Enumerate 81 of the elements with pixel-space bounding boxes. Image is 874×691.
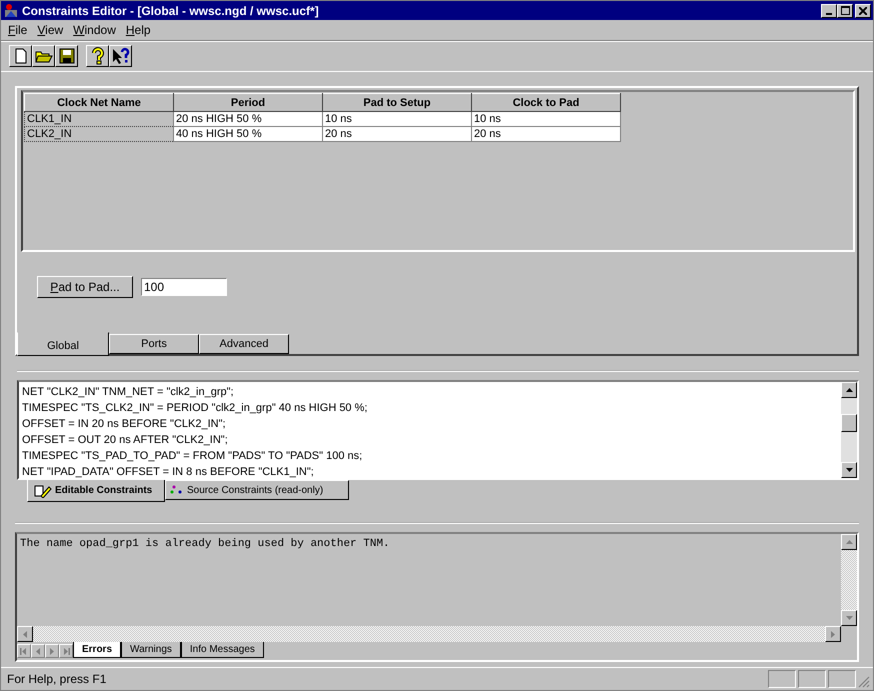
menu-item[interactable]: Window [68,23,121,37]
tab[interactable]: Errors [73,642,122,658]
right-arrow-icon [831,630,835,638]
menu-item[interactable]: Help [120,23,156,37]
horizontal-scrollbar[interactable] [17,626,841,642]
tab-scroll-button[interactable] [59,644,73,658]
table-cell[interactable]: 10 ns [322,112,472,126]
constraint-line: OFFSET = IN 20 ns BEFORE "CLK2_IN"; [22,417,227,432]
right-arrow-icon [48,648,56,654]
maximize-button[interactable] [837,4,853,18]
constraints-text-area[interactable] [17,380,859,480]
new-document-icon [12,48,28,64]
constraint-line: NET "IPAD_DATA" OFFSET = IN 8 ns BEFORE "CLK1_IN"; [22,465,315,480]
up-arrow-icon [846,540,852,544]
table-cell[interactable]: 10 ns [472,112,620,126]
tab[interactable]: Source Constraints (read-only) [165,480,349,500]
table-cell[interactable]: 20 ns [322,126,472,142]
pencil-document-icon [32,484,52,498]
status-panel [798,670,826,688]
toolbar-button[interactable] [55,45,78,67]
status-text: For Help, press F1 [7,672,106,686]
tab-scroll-button[interactable] [17,644,31,658]
table-cell[interactable]: 20 ns [472,126,620,142]
down-arrow-icon [846,616,852,620]
toolbar-button[interactable] [32,45,55,67]
scroll-right-button[interactable] [825,626,841,642]
scroll-down-button[interactable] [841,462,857,478]
status-panel [828,670,856,688]
tab[interactable]: Info Messages [180,642,264,658]
tab[interactable]: Editable Constraints [27,480,165,502]
toolbar-button[interactable] [86,45,109,67]
table-cell[interactable]: CLK2_IN [24,126,174,142]
up-arrow-icon [846,388,852,392]
close-icon [859,6,867,14]
vertical-scrollbar[interactable] [841,382,857,478]
column-header[interactable]: Clock Net Name [24,94,174,112]
table-cell[interactable]: 40 ns HIGH 50 % [174,126,322,142]
error-message: The name opad_grp1 is already being used by another TNM. [20,538,391,550]
left-arrow-icon [20,648,28,654]
toolbar-button[interactable] [109,45,132,67]
tab-scroll-button[interactable] [45,644,59,658]
minimize-icon [826,12,832,14]
dots-icon [170,484,184,496]
tab[interactable]: Ports [109,334,199,354]
tab[interactable]: Warnings [121,642,181,658]
status-panel [768,670,796,688]
vertical-scrollbar[interactable] [841,534,857,626]
tab[interactable]: Advanced [199,334,289,354]
left-arrow-icon [34,648,42,654]
window-title: Constraints Editor - [Global - wwsc.ngd / wwsc.ucf*] [22,4,320,18]
right-arrow-icon [62,648,70,654]
toolbar-button[interactable] [9,45,32,67]
column-header[interactable]: Clock to Pad [472,94,620,112]
scroll-thumb[interactable] [841,414,857,432]
constraint-line: TIMESPEC "TS_PAD_TO_PAD" = FROM "PADS" TO "PADS" 100 ns; [22,449,364,464]
constraint-line: NET "CLK2_IN" TNM_NET = "clk2_in_grp"; [22,385,235,400]
constraint-line: TIMESPEC "TS_CLK2_IN" = PERIOD "clk2_in_grp" 40 ns HIGH 50 %; [22,401,368,416]
down-arrow-icon [846,468,852,472]
pointer-help-icon [110,47,130,65]
tab[interactable]: Global [17,332,109,356]
pad-to-pad-button[interactable]: Pad to Pad... [37,276,133,298]
minimize-button[interactable] [821,4,837,18]
app-icon [3,2,19,18]
resize-grip-icon [858,676,870,688]
table-cell[interactable]: 20 ns HIGH 50 % [174,112,322,126]
close-button[interactable] [855,4,871,18]
table-cell[interactable]: CLK1_IN [24,112,174,126]
scroll-left-button[interactable] [17,626,33,642]
menu-item[interactable]: View [32,23,68,37]
column-header[interactable]: Pad to Setup [322,94,472,112]
constraint-line: OFFSET = OUT 20 ns AFTER "CLK2_IN"; [22,433,229,448]
scroll-up-button[interactable] [841,534,857,550]
tab-scroll-button[interactable] [31,644,45,658]
menu-item[interactable]: File [3,23,32,37]
column-header[interactable]: Period [174,94,322,112]
scroll-up-button[interactable] [841,382,857,398]
scroll-down-button[interactable] [841,610,857,626]
pad-to-pad-field[interactable]: 100 [141,278,227,296]
left-arrow-icon [23,630,27,638]
maximize-icon [840,6,850,15]
question-mark-icon [90,47,104,65]
